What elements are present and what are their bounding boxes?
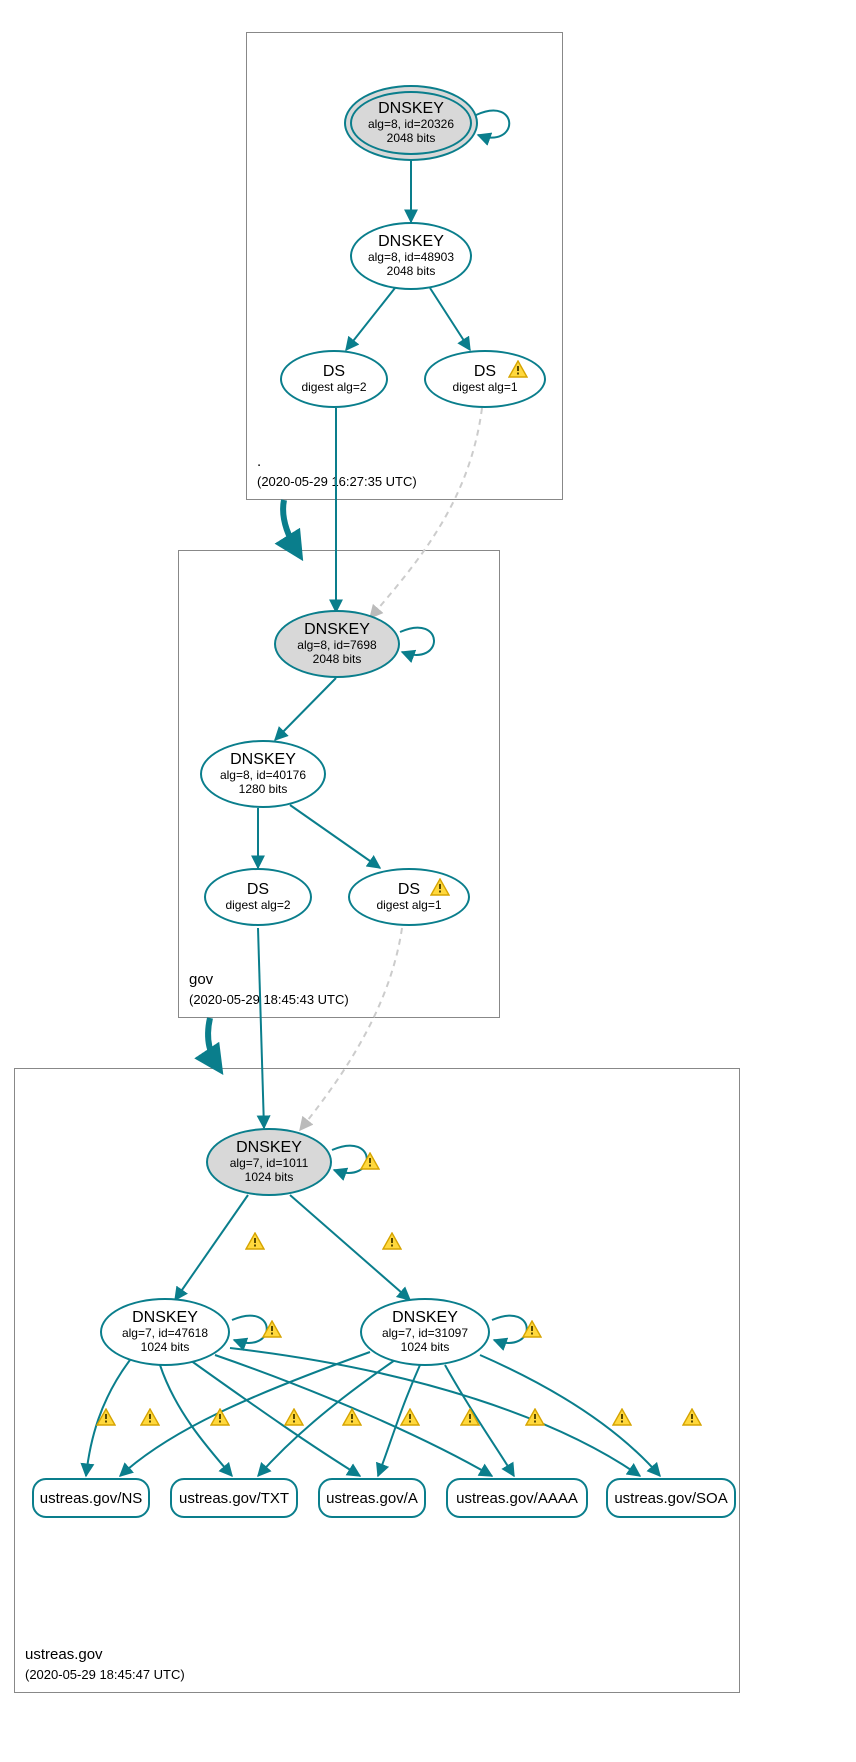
warn-icon — [96, 1408, 116, 1426]
node-line1: alg=8, id=20326 — [368, 118, 454, 132]
warn-icon — [400, 1408, 420, 1426]
warn-icon — [284, 1408, 304, 1426]
zone-root-name: . — [257, 453, 261, 470]
warn-icon — [140, 1408, 160, 1426]
warn-icon — [682, 1408, 702, 1426]
warn-icon — [522, 1320, 542, 1338]
rr-a: ustreas.gov/A — [318, 1478, 426, 1518]
zone-gov-ts: (2020-05-29 18:45:43 UTC) — [189, 992, 349, 1007]
warn-icon — [245, 1232, 265, 1250]
zone-root-label: . (2020-05-29 16:27:35 UTC) — [257, 452, 417, 491]
node-gov-zsk: DNSKEY alg=8, id=40176 1280 bits — [200, 740, 326, 808]
warn-icon — [262, 1320, 282, 1338]
warn-icon — [360, 1152, 380, 1170]
warn-icon — [525, 1408, 545, 1426]
warn-icon — [430, 878, 450, 896]
node-gov-ds1: DS digest alg=1 — [348, 868, 470, 926]
node-root-ds2: DS digest alg=2 — [280, 350, 388, 408]
zone-root-ts: (2020-05-29 16:27:35 UTC) — [257, 474, 417, 489]
warn-icon — [382, 1232, 402, 1250]
rr-ns: ustreas.gov/NS — [32, 1478, 150, 1518]
node-root-ksk: DNSKEY alg=8, id=20326 2048 bits — [344, 85, 478, 161]
zone-ustreas-label: ustreas.gov (2020-05-29 18:45:47 UTC) — [25, 1645, 185, 1684]
zone-ustreas-name: ustreas.gov — [25, 1646, 103, 1663]
node-line2: 2048 bits — [387, 132, 436, 146]
zone-gov-name: gov — [189, 971, 213, 988]
warn-icon — [612, 1408, 632, 1426]
warn-icon — [210, 1408, 230, 1426]
zone-ustreas-ts: (2020-05-29 18:45:47 UTC) — [25, 1667, 185, 1682]
rr-soa: ustreas.gov/SOA — [606, 1478, 736, 1518]
zone-gov-label: gov (2020-05-29 18:45:43 UTC) — [189, 970, 349, 1009]
node-title: DNSKEY — [378, 100, 444, 118]
warn-icon — [460, 1408, 480, 1426]
warn-icon — [342, 1408, 362, 1426]
node-ut-zsk1: DNSKEY alg=7, id=47618 1024 bits — [100, 1298, 230, 1366]
node-root-zsk: DNSKEY alg=8, id=48903 2048 bits — [350, 222, 472, 290]
node-gov-ksk: DNSKEY alg=8, id=7698 2048 bits — [274, 610, 400, 678]
node-ut-zsk2: DNSKEY alg=7, id=31097 1024 bits — [360, 1298, 490, 1366]
node-ut-ksk: DNSKEY alg=7, id=1011 1024 bits — [206, 1128, 332, 1196]
warn-icon — [508, 360, 528, 378]
rr-aaaa: ustreas.gov/AAAA — [446, 1478, 588, 1518]
node-gov-ds2: DS digest alg=2 — [204, 868, 312, 926]
node-root-ds1: DS digest alg=1 — [424, 350, 546, 408]
rr-txt: ustreas.gov/TXT — [170, 1478, 298, 1518]
